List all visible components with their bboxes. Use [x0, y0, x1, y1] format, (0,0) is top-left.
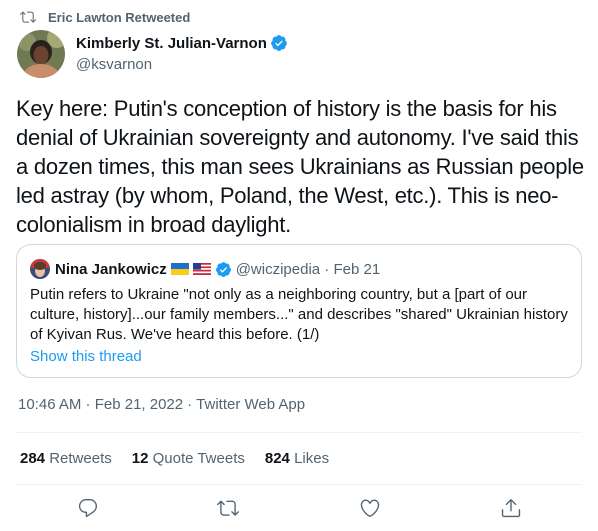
- divider: [16, 484, 582, 485]
- likes-stat[interactable]: 824 Likes: [265, 450, 329, 467]
- author-handle[interactable]: @ksvarnon: [76, 56, 288, 73]
- retweet-button[interactable]: [210, 490, 246, 526]
- tweet-text: Key here: Putin's conception of history …: [16, 96, 584, 237]
- likes-label: Likes: [294, 450, 330, 467]
- divider: [16, 432, 582, 433]
- author-block: Kimberly St. Julian-Varnon @ksvarnon: [76, 33, 288, 73]
- like-icon: [360, 499, 380, 517]
- quote-tweets-stat[interactable]: 12 Quote Tweets: [132, 450, 245, 467]
- quoted-tweet-card[interactable]: Nina Jankowicz @wiczipedia · Feb 21 Puti…: [16, 244, 582, 378]
- share-button[interactable]: [493, 490, 529, 526]
- retweet-icon: [20, 11, 36, 23]
- like-button[interactable]: [352, 490, 388, 526]
- retweets-count: 284: [20, 450, 46, 467]
- flag-ukraine-icon: [170, 263, 189, 275]
- reply-button[interactable]: [70, 490, 106, 526]
- tweet-timestamp-source[interactable]: 10:46 AM · Feb 21, 2022 · Twitter Web Ap…: [18, 396, 305, 413]
- tweet-actions: [16, 490, 582, 526]
- author-name[interactable]: Kimberly St. Julian-Varnon: [76, 35, 267, 52]
- quoted-tweet-header: Nina Jankowicz @wiczipedia · Feb 21: [30, 259, 380, 279]
- quoted-author-avatar: [30, 259, 50, 279]
- verified-badge-icon: [215, 261, 231, 277]
- likes-count: 824: [264, 450, 290, 467]
- quoted-tweet-text: Putin refers to Ukraine "not only as a n…: [30, 286, 568, 343]
- quoted-author-name: Nina Jankowicz: [55, 260, 167, 278]
- retweeted-by-header: Eric Lawton Retweeted: [20, 8, 190, 26]
- retweet-icon: [217, 500, 239, 516]
- flag-usa-icon: [192, 263, 211, 275]
- quoted-author-handle-date: @wiczipedia · Feb 21: [235, 260, 381, 278]
- share-icon: [501, 499, 521, 518]
- quote-tweets-count: 12: [131, 450, 149, 467]
- author-avatar[interactable]: [17, 30, 65, 78]
- verified-badge-icon: [271, 35, 287, 51]
- tweet-stats: 284 Retweets 12 Quote Tweets 824 Likes: [20, 450, 349, 467]
- reply-icon: [78, 499, 98, 518]
- retweets-label: Retweets: [49, 450, 112, 467]
- show-thread-link[interactable]: Show this thread: [30, 348, 142, 365]
- retweeted-by-label[interactable]: Eric Lawton Retweeted: [48, 10, 190, 25]
- quote-tweets-label: Quote Tweets: [152, 450, 245, 467]
- retweets-stat[interactable]: 284 Retweets: [20, 450, 112, 467]
